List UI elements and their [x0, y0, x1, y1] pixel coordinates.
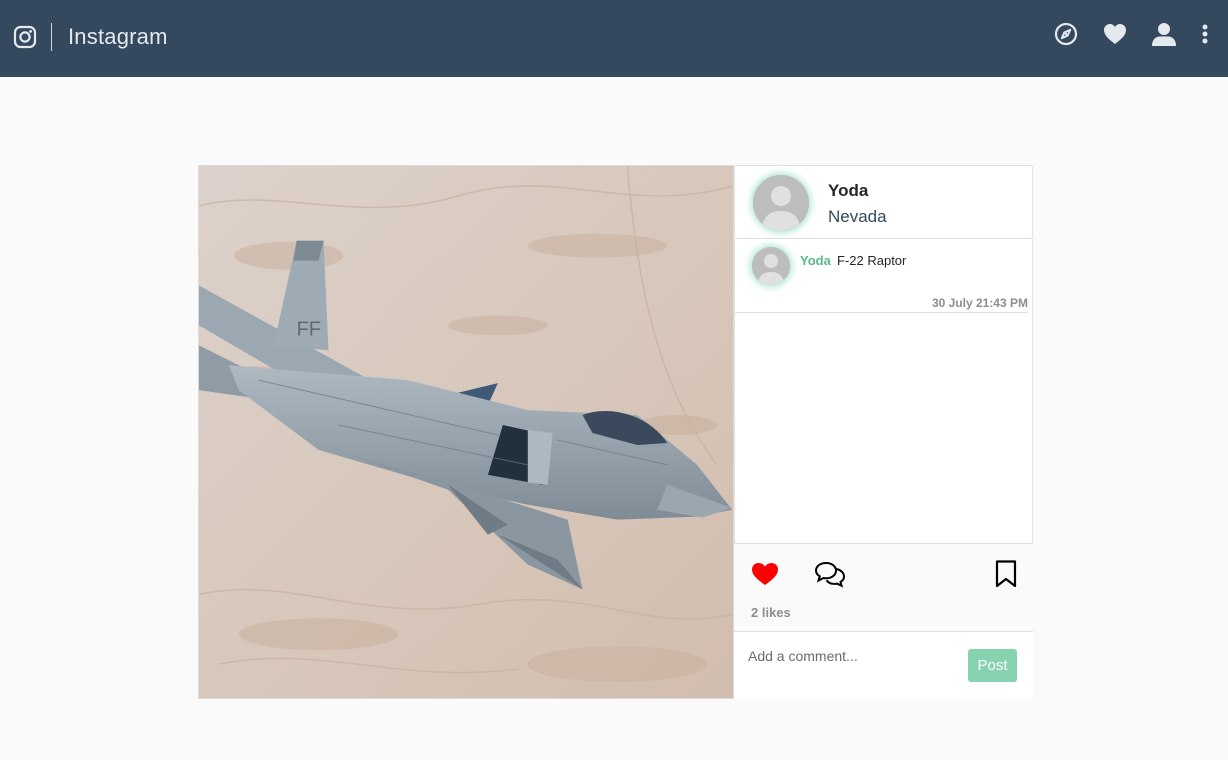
post-image: FF — [198, 165, 734, 699]
compass-icon[interactable] — [1054, 22, 1078, 46]
nav-icons — [1054, 22, 1208, 46]
caption: Yoda F-22 Raptor 30 July 21:43 PM — [735, 239, 1028, 313]
bookmark-icon[interactable] — [995, 560, 1017, 588]
add-comment-form: Post — [734, 631, 1033, 699]
post-header: Yoda Nevada — [734, 165, 1033, 239]
comments-section: Yoda F-22 Raptor 30 July 21:43 PM — [734, 239, 1033, 544]
more-vertical-icon[interactable] — [1202, 24, 1208, 44]
svg-text:FF: FF — [297, 318, 321, 340]
user-icon[interactable] — [1152, 22, 1176, 46]
author-location[interactable]: Nevada — [828, 207, 887, 227]
caption-text: F-22 Raptor — [837, 253, 907, 268]
caption-username[interactable]: Yoda — [800, 253, 831, 268]
brand-name: Instagram — [68, 24, 168, 49]
post-side-panel: Yoda Nevada Yoda F-22 Raptor 30 July 21:… — [734, 165, 1033, 699]
likes-count: 2 likes — [751, 605, 791, 620]
comment-input[interactable] — [748, 644, 948, 668]
caption-avatar[interactable] — [752, 247, 790, 285]
post-actions: 2 likes Post — [734, 544, 1033, 699]
brand-divider — [51, 23, 52, 51]
navbar: Instagram — [0, 0, 1228, 77]
avatar[interactable] — [753, 175, 809, 231]
author-username[interactable]: Yoda — [828, 181, 868, 201]
heart-filled-icon[interactable] — [751, 562, 779, 586]
brand[interactable]: Instagram — [13, 23, 168, 51]
heart-icon[interactable] — [1103, 23, 1127, 45]
caption-timestamp: 30 July 21:43 PM — [931, 296, 1028, 310]
post-comment-button[interactable]: Post — [968, 649, 1017, 682]
instagram-logo-icon — [13, 25, 37, 49]
comment-icon[interactable] — [814, 560, 846, 588]
